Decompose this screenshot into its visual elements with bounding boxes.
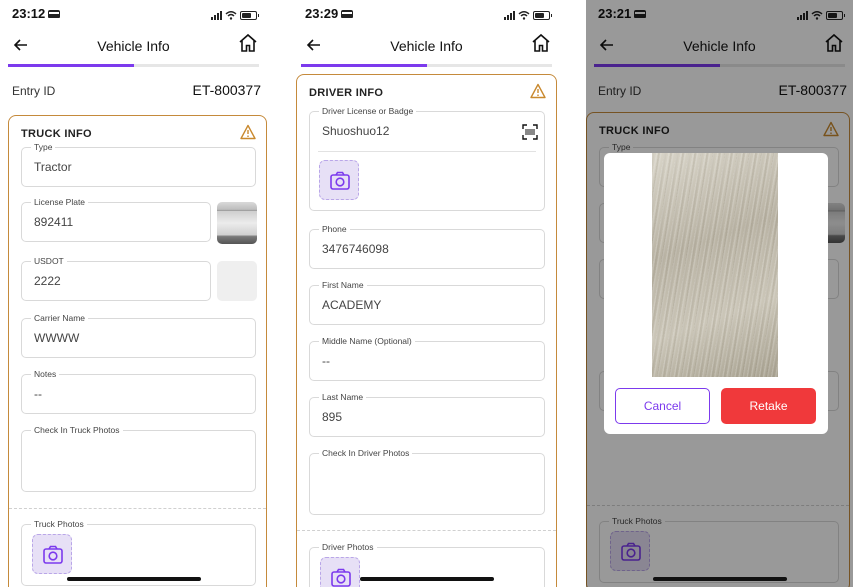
field-label: USDOT (31, 256, 67, 266)
field-label: Middle Name (Optional) (319, 336, 415, 346)
field-label: Check In Truck Photos (31, 425, 123, 435)
field-label: License Plate (31, 197, 89, 207)
check-in-driver-photos-box: Check In Driver Photos (309, 448, 545, 515)
step-progress-bar (8, 64, 259, 67)
check-in-truck-photos-box: Check In Truck Photos (21, 425, 256, 492)
field-label: Carrier Name (31, 313, 89, 323)
cancel-button[interactable]: Cancel (615, 388, 710, 424)
signal-icon (504, 11, 515, 20)
nav-title: Vehicle Info (390, 38, 463, 54)
field-value: 3476746098 (322, 242, 389, 256)
field-label: First Name (319, 280, 367, 290)
field-divider (318, 151, 536, 152)
status-bar: 23:29 (293, 0, 560, 30)
field-value: WWWW (34, 331, 80, 345)
field-label: Notes (31, 369, 60, 379)
warning-icon (240, 124, 256, 140)
field-label: Last Name (319, 392, 367, 402)
retake-button[interactable]: Retake (721, 388, 816, 424)
captured-photo-preview (652, 153, 778, 377)
nav-bar: Vehicle Info (0, 30, 267, 64)
warning-icon (530, 83, 546, 99)
entry-id-label: Entry ID (12, 84, 56, 98)
home-icon[interactable] (530, 32, 552, 54)
nav-bar: Vehicle Info (293, 30, 560, 64)
card-title: DRIVER INFO (309, 87, 384, 99)
usdot-photo-placeholder[interactable] (217, 261, 257, 301)
section-divider (9, 508, 266, 509)
wifi-icon (225, 11, 237, 20)
home-icon[interactable] (237, 32, 259, 54)
home-indicator (66, 577, 201, 581)
car-status-icon (48, 10, 61, 18)
camera-icon (43, 545, 63, 564)
entry-id-value: ET-800377 (192, 82, 262, 98)
add-license-photo-button[interactable] (319, 160, 359, 200)
first-name-field[interactable]: First Name ACADEMY (309, 280, 545, 325)
step-progress-bar (301, 64, 552, 67)
nav-title: Vehicle Info (97, 38, 170, 54)
license-plate-field[interactable]: License Plate 892411 (21, 197, 211, 242)
field-value: -- (322, 354, 330, 368)
field-value: 892411 (34, 215, 74, 229)
camera-icon (331, 568, 351, 587)
section-divider (297, 530, 556, 531)
field-value: Tractor (34, 160, 72, 174)
screen-driver-info: 23:29 Vehicle Info DRIVER INFO Driver Li… (293, 0, 560, 587)
photo-preview-dialog: Cancel Retake (604, 153, 828, 434)
driver-info-card: DRIVER INFO Driver License or Badge Shuo… (296, 74, 557, 587)
field-label: Driver Photos (319, 542, 377, 552)
status-time: 23:29 (305, 6, 339, 21)
notes-field[interactable]: Notes -- (21, 369, 256, 414)
battery-icon (240, 11, 259, 20)
field-label: Check In Driver Photos (319, 448, 413, 458)
add-driver-photo-button[interactable] (320, 557, 360, 587)
screen-truck-info: 23:12 Vehicle Info Entry ID ET-800377 TR… (0, 0, 267, 587)
add-truck-photo-button[interactable] (32, 534, 72, 574)
field-label: Type (31, 142, 56, 152)
middle-name-field[interactable]: Middle Name (Optional) -- (309, 336, 545, 381)
field-value: -- (34, 387, 42, 401)
field-value: Shuoshuo12 (322, 124, 390, 138)
last-name-field[interactable]: Last Name 895 (309, 392, 545, 437)
screen-photo-preview: 23:21 Vehicle Info Entry ID ET-800377 TR… (586, 0, 853, 587)
battery-icon (533, 11, 552, 20)
type-field[interactable]: Type Tractor (21, 142, 256, 187)
car-status-icon (341, 10, 354, 18)
field-label: Phone (319, 224, 350, 234)
status-time: 23:12 (12, 6, 46, 21)
license-plate-photo-thumbnail[interactable] (217, 202, 257, 244)
signal-icon (211, 11, 222, 20)
scan-icon[interactable] (522, 124, 538, 140)
progress-fill (8, 64, 134, 67)
home-indicator (359, 577, 494, 581)
field-value: 895 (322, 410, 343, 424)
usdot-field[interactable]: USDOT 2222 (21, 256, 211, 301)
field-label: Driver License or Badge (319, 106, 417, 116)
wifi-icon (518, 11, 530, 20)
field-value: 2222 (34, 274, 61, 288)
truck-info-card: TRUCK INFO Type Tractor License Plate 89… (8, 115, 267, 587)
status-bar: 23:12 (0, 0, 267, 30)
field-label: Truck Photos (31, 519, 87, 529)
card-title: TRUCK INFO (21, 128, 92, 140)
entry-id-row: Entry ID ET-800377 (12, 82, 261, 102)
progress-fill (301, 64, 427, 67)
carrier-name-field[interactable]: Carrier Name WWWW (21, 313, 256, 358)
phone-field[interactable]: Phone 3476746098 (309, 224, 545, 269)
field-value: ACADEMY (322, 298, 382, 312)
driver-license-field[interactable]: Driver License or Badge Shuoshuo12 (309, 106, 545, 211)
camera-icon (330, 171, 350, 190)
home-indicator (652, 577, 787, 581)
